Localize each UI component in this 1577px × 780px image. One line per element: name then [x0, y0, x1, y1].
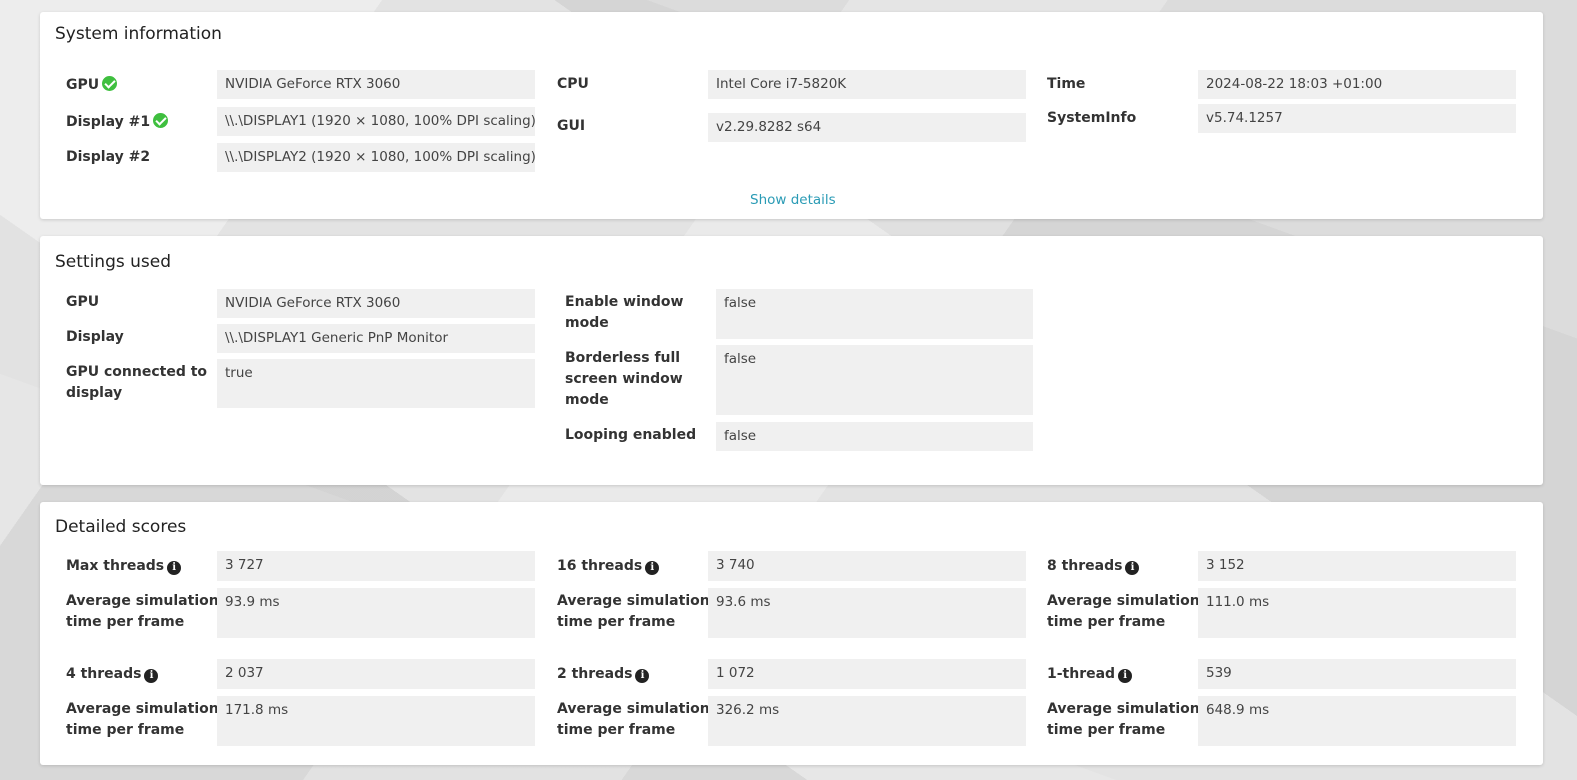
cpu-value: Intel Core i7-5820K [708, 70, 1026, 99]
gpu-connected-label-line2: display [66, 385, 123, 401]
avg-label-2-threads: Average simulation time per frame [557, 699, 710, 741]
avg-label-1-thread: Average simulation time per frame [1047, 699, 1200, 741]
time-label: Time [1047, 76, 1086, 92]
looping-value: false [716, 422, 1033, 451]
avg-value-max-threads: 93.9 ms [217, 588, 535, 638]
gpu-label-text: GPU [66, 77, 100, 93]
score-value-4-threads: 2 037 [217, 659, 535, 689]
systeminfo-value: v5.74.1257 [1198, 104, 1516, 133]
avg-label-line2: time per frame [557, 614, 676, 630]
score-label-2-threads: 2 threads i [557, 664, 650, 685]
display1-label-text: Display #1 [66, 114, 151, 130]
score-value-8-threads: 3 152 [1198, 551, 1516, 581]
settings-used-title: Settings used [55, 252, 172, 272]
score-label-8-threads: 8 threads i [1047, 556, 1140, 577]
score-value-1-thread: 539 [1198, 659, 1516, 689]
settings-used-card: Settings used GPU NVIDIA GeForce RTX 306… [40, 236, 1543, 485]
avg-label-4-threads: Average simulation time per frame [66, 699, 219, 741]
info-circle-icon[interactable]: i [1118, 669, 1133, 683]
score-value-2-threads: 1 072 [708, 659, 1026, 689]
window-mode-label-line2: mode [565, 315, 609, 331]
avg-label-line1: Average simulation [66, 701, 219, 717]
gpu-connected-value: true [217, 359, 535, 408]
score-label-4-threads: 4 threads i [66, 664, 159, 685]
info-circle-icon[interactable]: i [1125, 561, 1140, 575]
avg-value-2-threads: 326.2 ms [708, 696, 1026, 746]
info-circle-icon[interactable]: i [645, 561, 660, 575]
avg-label-line2: time per frame [66, 614, 185, 630]
borderless-label-line2: screen window [565, 371, 683, 387]
avg-label-line2: time per frame [557, 722, 676, 738]
window-mode-label-line1: Enable window [565, 294, 684, 310]
avg-value-1-thread: 648.9 ms [1198, 696, 1516, 746]
gui-value: v2.29.8282 s64 [708, 113, 1026, 142]
detailed-scores-card: Detailed scores Max threads i 3 727 Avera… [40, 502, 1543, 765]
score-label-text: 16 threads [557, 558, 643, 574]
info-circle-icon[interactable]: i [144, 669, 159, 683]
avg-label-line1: Average simulation [1047, 701, 1200, 717]
score-label-text: 2 threads [557, 666, 633, 682]
score-label-max-threads: Max threads i [66, 556, 182, 577]
avg-value-8-threads: 111.0 ms [1198, 588, 1516, 638]
display1-label: Display #1 [66, 112, 169, 133]
score-label-1-thread: 1-thread i [1047, 664, 1133, 685]
avg-label-line2: time per frame [1047, 614, 1166, 630]
systeminfo-label: SystemInfo [1047, 110, 1137, 126]
avg-label-line2: time per frame [66, 722, 185, 738]
check-circle-icon [102, 76, 118, 91]
gpu-value: NVIDIA GeForce RTX 3060 [217, 70, 535, 99]
avg-label-max-threads: Average simulation time per frame [66, 591, 219, 633]
show-details-link[interactable]: Show details [750, 192, 836, 208]
avg-value-16-threads: 93.6 ms [708, 588, 1026, 638]
score-label-text: Max threads [66, 558, 165, 574]
settings-display-label: Display [66, 329, 124, 345]
avg-label-line1: Average simulation [557, 701, 710, 717]
gpu-connected-label-line1: GPU connected to [66, 364, 208, 380]
system-information-card: System information GPU NVIDIA GeForce RT… [40, 12, 1543, 219]
display2-label: Display #2 [66, 149, 151, 165]
window-mode-label: Enable window mode [565, 292, 683, 334]
window-mode-value: false [716, 289, 1033, 339]
avg-label-8-threads: Average simulation time per frame [1047, 591, 1200, 633]
gpu-connected-label: GPU connected to display [66, 362, 207, 404]
check-circle-icon [153, 113, 169, 128]
avg-label-line1: Average simulation [66, 593, 219, 609]
avg-label-line1: Average simulation [557, 593, 710, 609]
settings-gpu-value: NVIDIA GeForce RTX 3060 [217, 289, 535, 318]
display2-value: \\.\DISPLAY2 (1920 × 1080, 100% DPI scal… [217, 143, 536, 172]
score-value-16-threads: 3 740 [708, 551, 1026, 581]
score-label-text: 4 threads [66, 666, 142, 682]
avg-label-16-threads: Average simulation time per frame [557, 591, 710, 633]
score-label-text: 1-thread [1047, 666, 1116, 682]
info-circle-icon[interactable]: i [167, 561, 182, 575]
borderless-label: Borderless full screen window mode [565, 348, 683, 411]
avg-label-line1: Average simulation [1047, 593, 1200, 609]
detailed-scores-title: Detailed scores [55, 517, 187, 537]
avg-label-line2: time per frame [1047, 722, 1166, 738]
time-value: 2024-08-22 18:03 +01:00 [1198, 70, 1516, 99]
score-label-text: 8 threads [1047, 558, 1123, 574]
borderless-label-line3: mode [565, 392, 609, 408]
gpu-label: GPU [66, 75, 118, 96]
score-label-16-threads: 16 threads i [557, 556, 660, 577]
info-circle-icon[interactable]: i [635, 669, 650, 683]
avg-value-4-threads: 171.8 ms [217, 696, 535, 746]
settings-display-value: \\.\DISPLAY1 Generic PnP Monitor [217, 324, 535, 353]
looping-label: Looping enabled [565, 427, 697, 443]
score-value-max-threads: 3 727 [217, 551, 535, 581]
cpu-label: CPU [557, 76, 589, 92]
gui-label: GUI [557, 118, 586, 134]
settings-gpu-label: GPU [66, 294, 100, 310]
borderless-value: false [716, 345, 1033, 415]
borderless-label-line1: Borderless full [565, 350, 681, 366]
display1-value: \\.\DISPLAY1 (1920 × 1080, 100% DPI scal… [217, 107, 536, 136]
system-information-title: System information [55, 24, 222, 44]
